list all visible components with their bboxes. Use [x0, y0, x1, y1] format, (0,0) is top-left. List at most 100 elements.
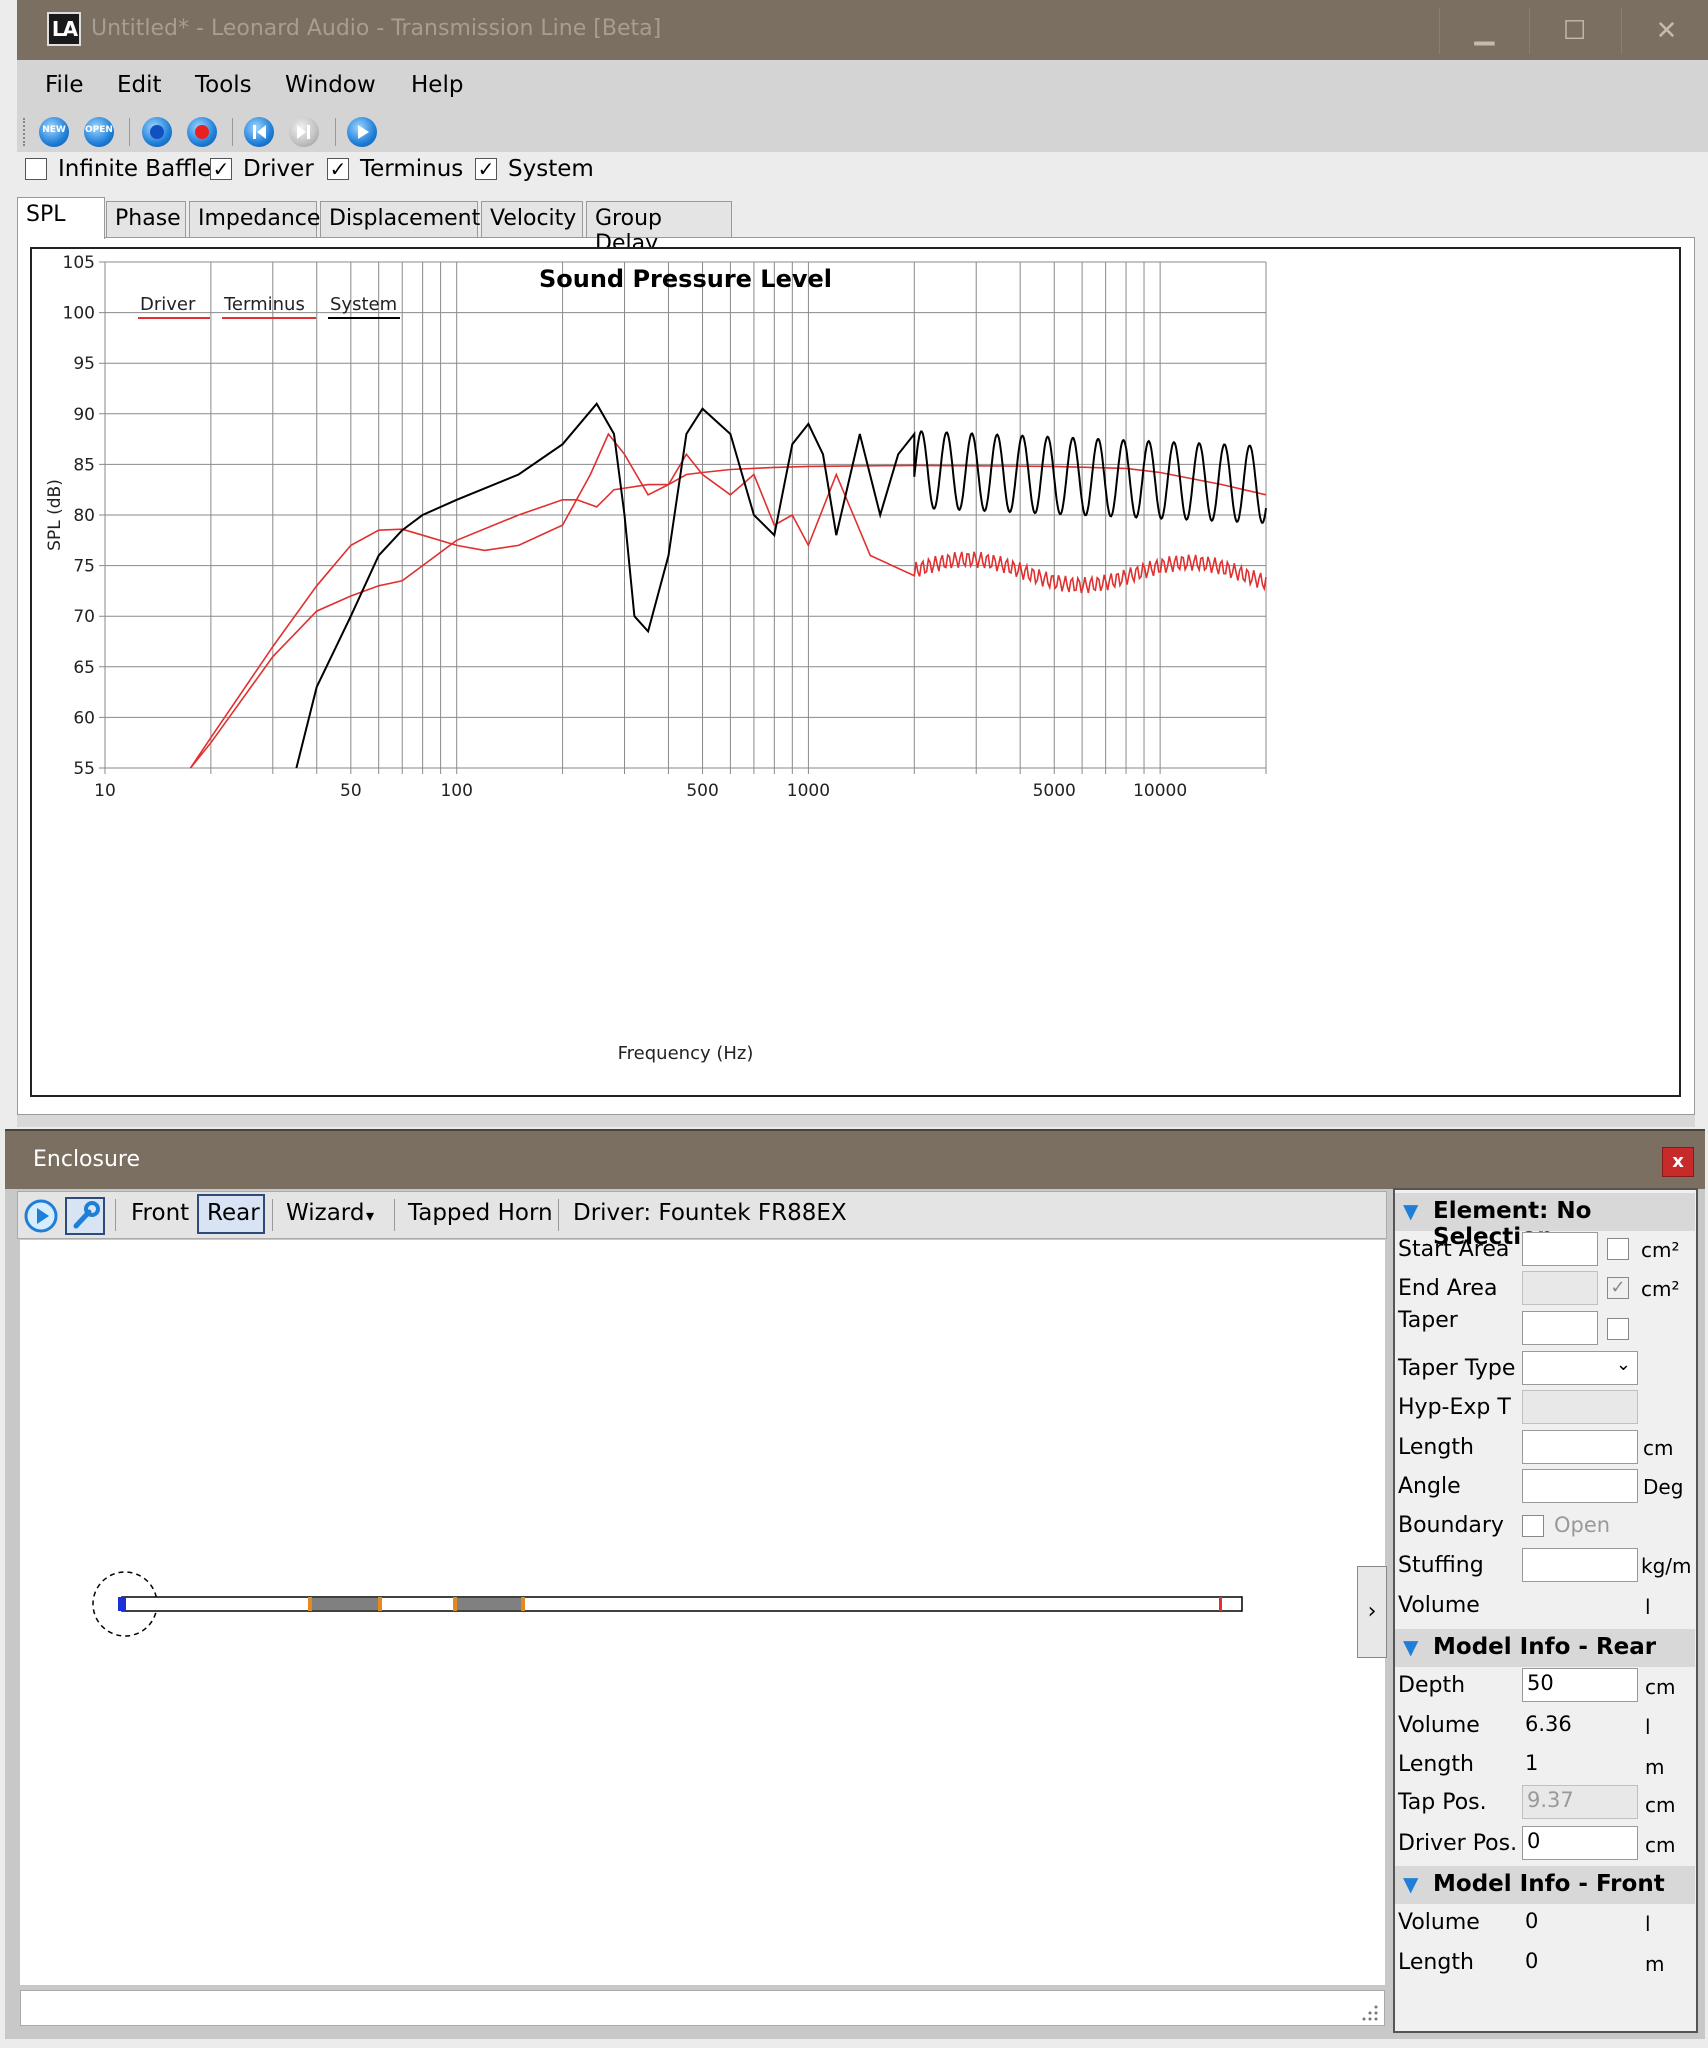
taper-input[interactable] [1522, 1311, 1598, 1345]
collapse-triangle-icon[interactable]: ▼ [1403, 1199, 1418, 1223]
start-area-input[interactable] [1522, 1232, 1598, 1266]
y-axis-label: SPL (dB) [45, 479, 65, 551]
taper-checkbox[interactable] [1607, 1318, 1629, 1340]
tab-group-delay[interactable]: Group Delay [586, 201, 732, 256]
tap-pos-label: Tap Pos. [1398, 1790, 1487, 1815]
front-length-unit: m [1645, 1952, 1665, 1976]
driver-name: Driver: Fountek FR88EX [573, 1200, 847, 1226]
enclosure-close-button[interactable]: x [1662, 1147, 1694, 1177]
system-checkbox[interactable]: ✓ [475, 158, 497, 180]
collapse-triangle-icon[interactable]: ▼ [1403, 1635, 1418, 1659]
enclosure-canvas[interactable] [20, 1240, 1385, 1985]
step-back-glyph [253, 125, 266, 139]
driver-block[interactable] [118, 1597, 126, 1611]
open-icon[interactable]: OPEN [84, 117, 114, 147]
stuffing-section-1[interactable] [309, 1596, 381, 1612]
front-view-button[interactable]: Front [131, 1200, 189, 1226]
enclosure-title-bar: Enclosure x [5, 1129, 1705, 1189]
minimize-button[interactable]: ▁ [1439, 8, 1529, 54]
terminus-marker [1219, 1597, 1222, 1611]
menu-help[interactable]: Help [411, 72, 463, 98]
stuffing-section-2[interactable] [454, 1596, 524, 1612]
x-tick-label: 10 [94, 781, 116, 801]
y-tick-label: 55 [73, 759, 95, 779]
enclosure-toolbar-separator [272, 1199, 273, 1231]
close-button[interactable]: ✕ [1621, 8, 1708, 54]
wizard-dropdown[interactable]: Wizard [286, 1200, 364, 1226]
length-unit: cm [1643, 1436, 1674, 1460]
y-tick-label: 80 [73, 506, 95, 526]
line-segment[interactable] [121, 1596, 1243, 1612]
wrench-glyph [73, 1201, 100, 1229]
driver-pos-unit: cm [1645, 1833, 1676, 1857]
new-icon[interactable]: NEW [39, 117, 69, 147]
title-bar: LA Untitled* - Leonard Audio - Transmiss… [17, 0, 1708, 60]
toolbar-separator [129, 118, 130, 146]
menu-tools[interactable]: Tools [195, 72, 252, 98]
wizard-chevron-icon[interactable]: ▾ [366, 1206, 374, 1225]
tab-phase[interactable]: Phase [106, 201, 186, 237]
front-section-header[interactable]: ▼ Model Info - Front [1395, 1866, 1695, 1904]
menu-window[interactable]: Window [285, 72, 376, 98]
enclosure-toolbar-separator [394, 1199, 395, 1231]
toolbar-separator [335, 118, 336, 146]
start-area-checkbox[interactable] [1607, 1238, 1629, 1260]
boundary-open-checkbox[interactable] [1522, 1515, 1544, 1537]
stuffing-input[interactable] [1522, 1548, 1638, 1582]
driver-pos-input[interactable]: 0 [1522, 1826, 1638, 1860]
run-icon[interactable] [22, 1197, 62, 1235]
depth-input[interactable]: 50 [1522, 1668, 1638, 1702]
stuffing-label: Stuffing [1398, 1553, 1484, 1578]
x-tick-label: 100 [440, 781, 472, 801]
terminus-checkbox[interactable]: ✓ [327, 158, 349, 180]
end-area-input[interactable] [1522, 1271, 1598, 1305]
chevron-down-icon[interactable]: ⌄ [1616, 1354, 1631, 1375]
y-tick-label: 105 [63, 253, 95, 273]
length-label: Length [1398, 1435, 1474, 1460]
end-area-checkbox[interactable]: ✓ [1607, 1277, 1629, 1299]
length-input[interactable] [1522, 1430, 1638, 1464]
transmission-line-drawing [92, 1571, 1243, 1637]
boundary-label: Boundary [1398, 1513, 1504, 1538]
tab-velocity[interactable]: Velocity [481, 201, 583, 237]
tab-impedance[interactable]: Impedance [189, 201, 320, 237]
step-back-icon[interactable] [244, 117, 274, 147]
front-volume-value: 0 [1525, 1909, 1539, 1933]
record-red-icon[interactable] [187, 117, 217, 147]
properties-toggle-tab[interactable]: › [1357, 1566, 1387, 1658]
wrench-icon[interactable] [65, 1197, 105, 1235]
front-section-title: Model Info - Front [1433, 1871, 1665, 1897]
tab-displacement[interactable]: Displacement [320, 201, 480, 237]
infinite-baffle-checkbox[interactable] [25, 158, 47, 180]
y-tick-label: 70 [73, 607, 95, 627]
collapse-triangle-icon[interactable]: ▼ [1403, 1872, 1418, 1896]
y-tick-label: 95 [73, 354, 95, 374]
record-blue-icon[interactable] [142, 117, 172, 147]
menu-file[interactable]: File [45, 72, 84, 98]
step-forward-icon[interactable] [289, 117, 319, 147]
tap-pos-input[interactable]: 9.37 [1522, 1785, 1638, 1819]
driver-checkbox[interactable]: ✓ [210, 158, 232, 180]
rear-section-header[interactable]: ▼ Model Info - Rear [1395, 1629, 1695, 1667]
element-section-header[interactable]: ▼ Element: No Selection [1395, 1193, 1695, 1250]
hyp-exp-input[interactable] [1522, 1390, 1638, 1424]
rear-volume-unit: l [1645, 1715, 1651, 1739]
rear-volume-value: 6.36 [1525, 1712, 1572, 1736]
run-glyph [24, 1199, 58, 1233]
new-icon-label: NEW [42, 125, 66, 135]
tapped-horn-button[interactable]: Tapped Horn [408, 1200, 553, 1226]
front-length-value: 0 [1525, 1949, 1539, 1973]
step-forward-glyph [297, 125, 310, 139]
resize-grip-icon[interactable] [1360, 2003, 1380, 2023]
toolbar-grip[interactable] [23, 118, 27, 146]
front-length-label: Length [1398, 1950, 1474, 1975]
taper-type-label: Taper Type [1398, 1356, 1516, 1381]
taper-type-select[interactable]: ⌄ [1522, 1351, 1638, 1385]
maximize-button[interactable]: ☐ [1529, 8, 1619, 54]
menu-edit[interactable]: Edit [117, 72, 162, 98]
x-tick-label: 10000 [1133, 781, 1187, 801]
angle-input[interactable] [1522, 1469, 1638, 1503]
panel-splitter[interactable] [17, 1115, 1695, 1127]
play-icon[interactable] [347, 117, 377, 147]
tab-spl[interactable]: SPL [17, 197, 105, 239]
